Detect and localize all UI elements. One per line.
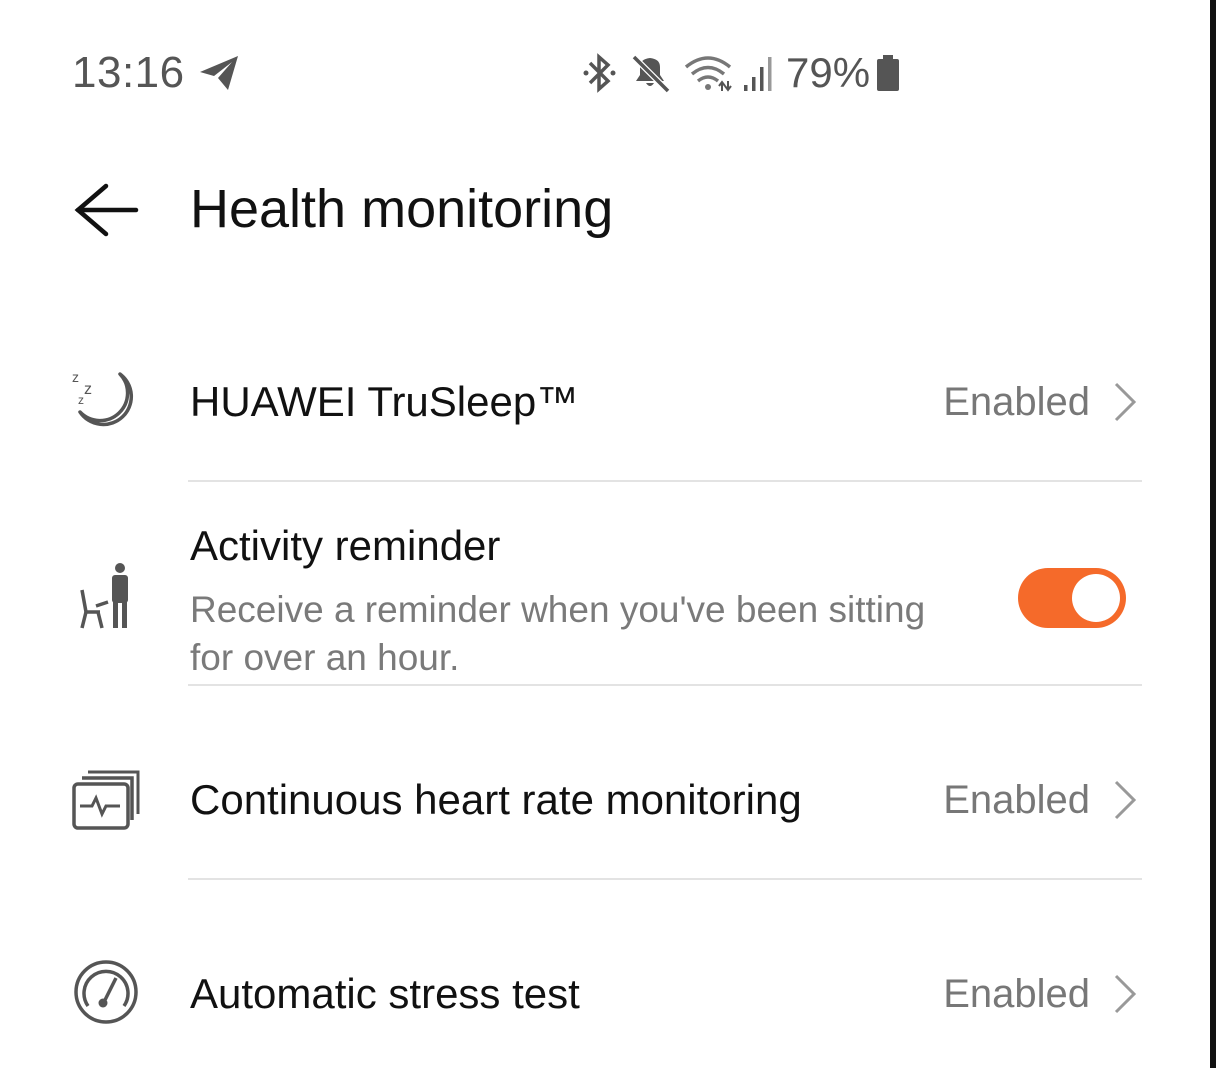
setting-row-stress-test[interactable]: Automatic stress test Enabled	[0, 880, 1210, 1068]
trusleep-status: Enabled	[943, 380, 1090, 424]
telegram-icon	[200, 56, 238, 90]
activity-reminder-toggle[interactable]	[1018, 568, 1126, 628]
status-time: 13:16	[72, 48, 185, 97]
setting-row-activity-reminder: Activity reminder Receive a reminder whe…	[0, 482, 1210, 684]
wifi-icon	[684, 56, 732, 92]
stress-gauge-icon	[74, 960, 138, 1024]
mute-icon	[631, 54, 671, 94]
toggle-knob	[1072, 574, 1120, 622]
status-bar: 13:16 79%	[0, 0, 1210, 140]
sleep-moon-icon: z z z	[72, 369, 134, 427]
activity-reminder-description: Receive a reminder when you've been sitt…	[190, 589, 926, 678]
setting-row-heart-rate[interactable]: Continuous heart rate monitoring Enabled	[0, 686, 1210, 878]
stress-test-status: Enabled	[943, 972, 1090, 1016]
trusleep-label: HUAWEI TruSleep™	[190, 378, 579, 425]
activity-reminder-label: Activity reminder	[190, 522, 501, 569]
chevron-right-icon	[1114, 974, 1137, 1014]
battery-percentage: 79%	[786, 49, 871, 96]
app-bar: Health monitoring	[0, 150, 1210, 270]
heart-rate-monitor-icon	[72, 770, 140, 830]
chevron-right-icon	[1114, 780, 1137, 820]
svg-text:z: z	[84, 381, 92, 398]
page-title: Health monitoring	[190, 179, 614, 239]
screen-edge	[1210, 0, 1216, 1068]
person-sitting-icon	[80, 563, 128, 629]
chevron-right-icon	[1114, 382, 1137, 422]
svg-text:z: z	[72, 369, 79, 385]
heart-rate-status: Enabled	[943, 778, 1090, 822]
setting-row-trusleep[interactable]: z z z HUAWEI TruSleep™ Enabled	[0, 330, 1210, 480]
battery-icon	[877, 55, 900, 91]
bluetooth-icon	[583, 53, 616, 93]
stress-test-label: Automatic stress test	[190, 970, 580, 1017]
status-icons: 79%	[580, 48, 902, 98]
svg-text:z: z	[78, 393, 84, 407]
heart-rate-label: Continuous heart rate monitoring	[190, 776, 802, 823]
arrow-left-icon[interactable]	[70, 180, 140, 240]
signal-icon	[744, 57, 772, 91]
